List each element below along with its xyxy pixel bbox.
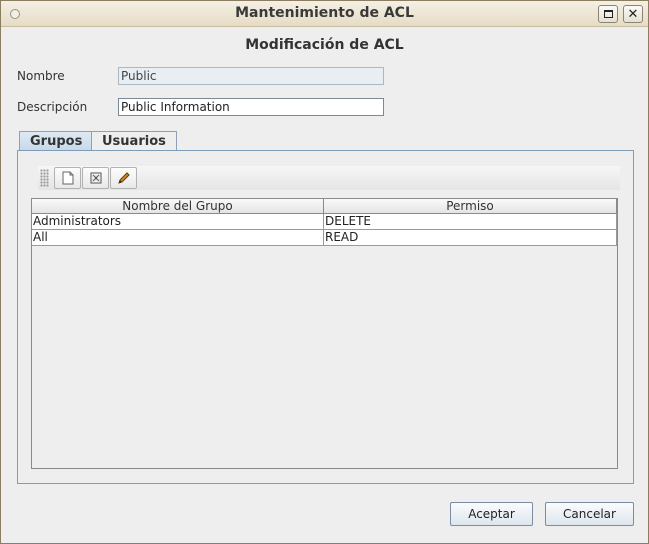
permission-cell[interactable]: READ	[324, 230, 617, 246]
description-label: Descripción	[17, 100, 88, 114]
edit-pencil-icon	[117, 172, 130, 184]
form-heading: Modificación de ACL	[245, 37, 404, 53]
groups-table[interactable]: Nombre del Grupo Permiso Administrators …	[31, 198, 618, 469]
name-label: Nombre	[17, 69, 65, 83]
toolbar-grip-handle[interactable]	[40, 169, 49, 187]
close-icon: ✕	[627, 6, 639, 22]
accept-button[interactable]: Aceptar	[450, 502, 533, 526]
window-title: Mantenimiento de ACL	[235, 5, 414, 21]
tab-usuarios[interactable]: Usuarios	[91, 131, 177, 151]
cancel-button[interactable]: Cancelar	[545, 502, 634, 526]
permission-cell[interactable]: DELETE	[324, 214, 617, 230]
groups-tab-panel: Nombre del Grupo Permiso Administrators …	[17, 150, 634, 484]
group-name-cell[interactable]: Administrators	[32, 214, 324, 230]
group-name-cell[interactable]: All	[32, 230, 324, 246]
maximize-button[interactable]	[598, 5, 618, 23]
groups-toolbar	[38, 166, 620, 190]
new-group-button[interactable]	[54, 167, 81, 189]
delete-group-button[interactable]	[82, 167, 109, 189]
table-row[interactable]: All READ	[32, 230, 617, 246]
tab-grupos[interactable]: Grupos	[19, 131, 94, 151]
acl-dialog-window: Mantenimiento de ACL ✕ Modificación de A…	[0, 0, 649, 544]
edit-group-button[interactable]	[110, 167, 137, 189]
delete-icon	[90, 172, 101, 184]
table-row[interactable]: Administrators DELETE	[32, 214, 617, 230]
table-header: Nombre del Grupo Permiso	[32, 199, 617, 214]
new-document-icon	[62, 171, 73, 185]
column-header-permission[interactable]: Permiso	[324, 199, 617, 214]
maximize-icon	[603, 10, 613, 18]
close-button[interactable]: ✕	[623, 5, 643, 23]
title-bar[interactable]: Mantenimiento de ACL ✕	[1, 1, 648, 27]
description-field[interactable]: Public Information	[118, 98, 384, 116]
column-header-group-name[interactable]: Nombre del Grupo	[32, 199, 324, 214]
name-field[interactable]: Public	[118, 67, 384, 85]
